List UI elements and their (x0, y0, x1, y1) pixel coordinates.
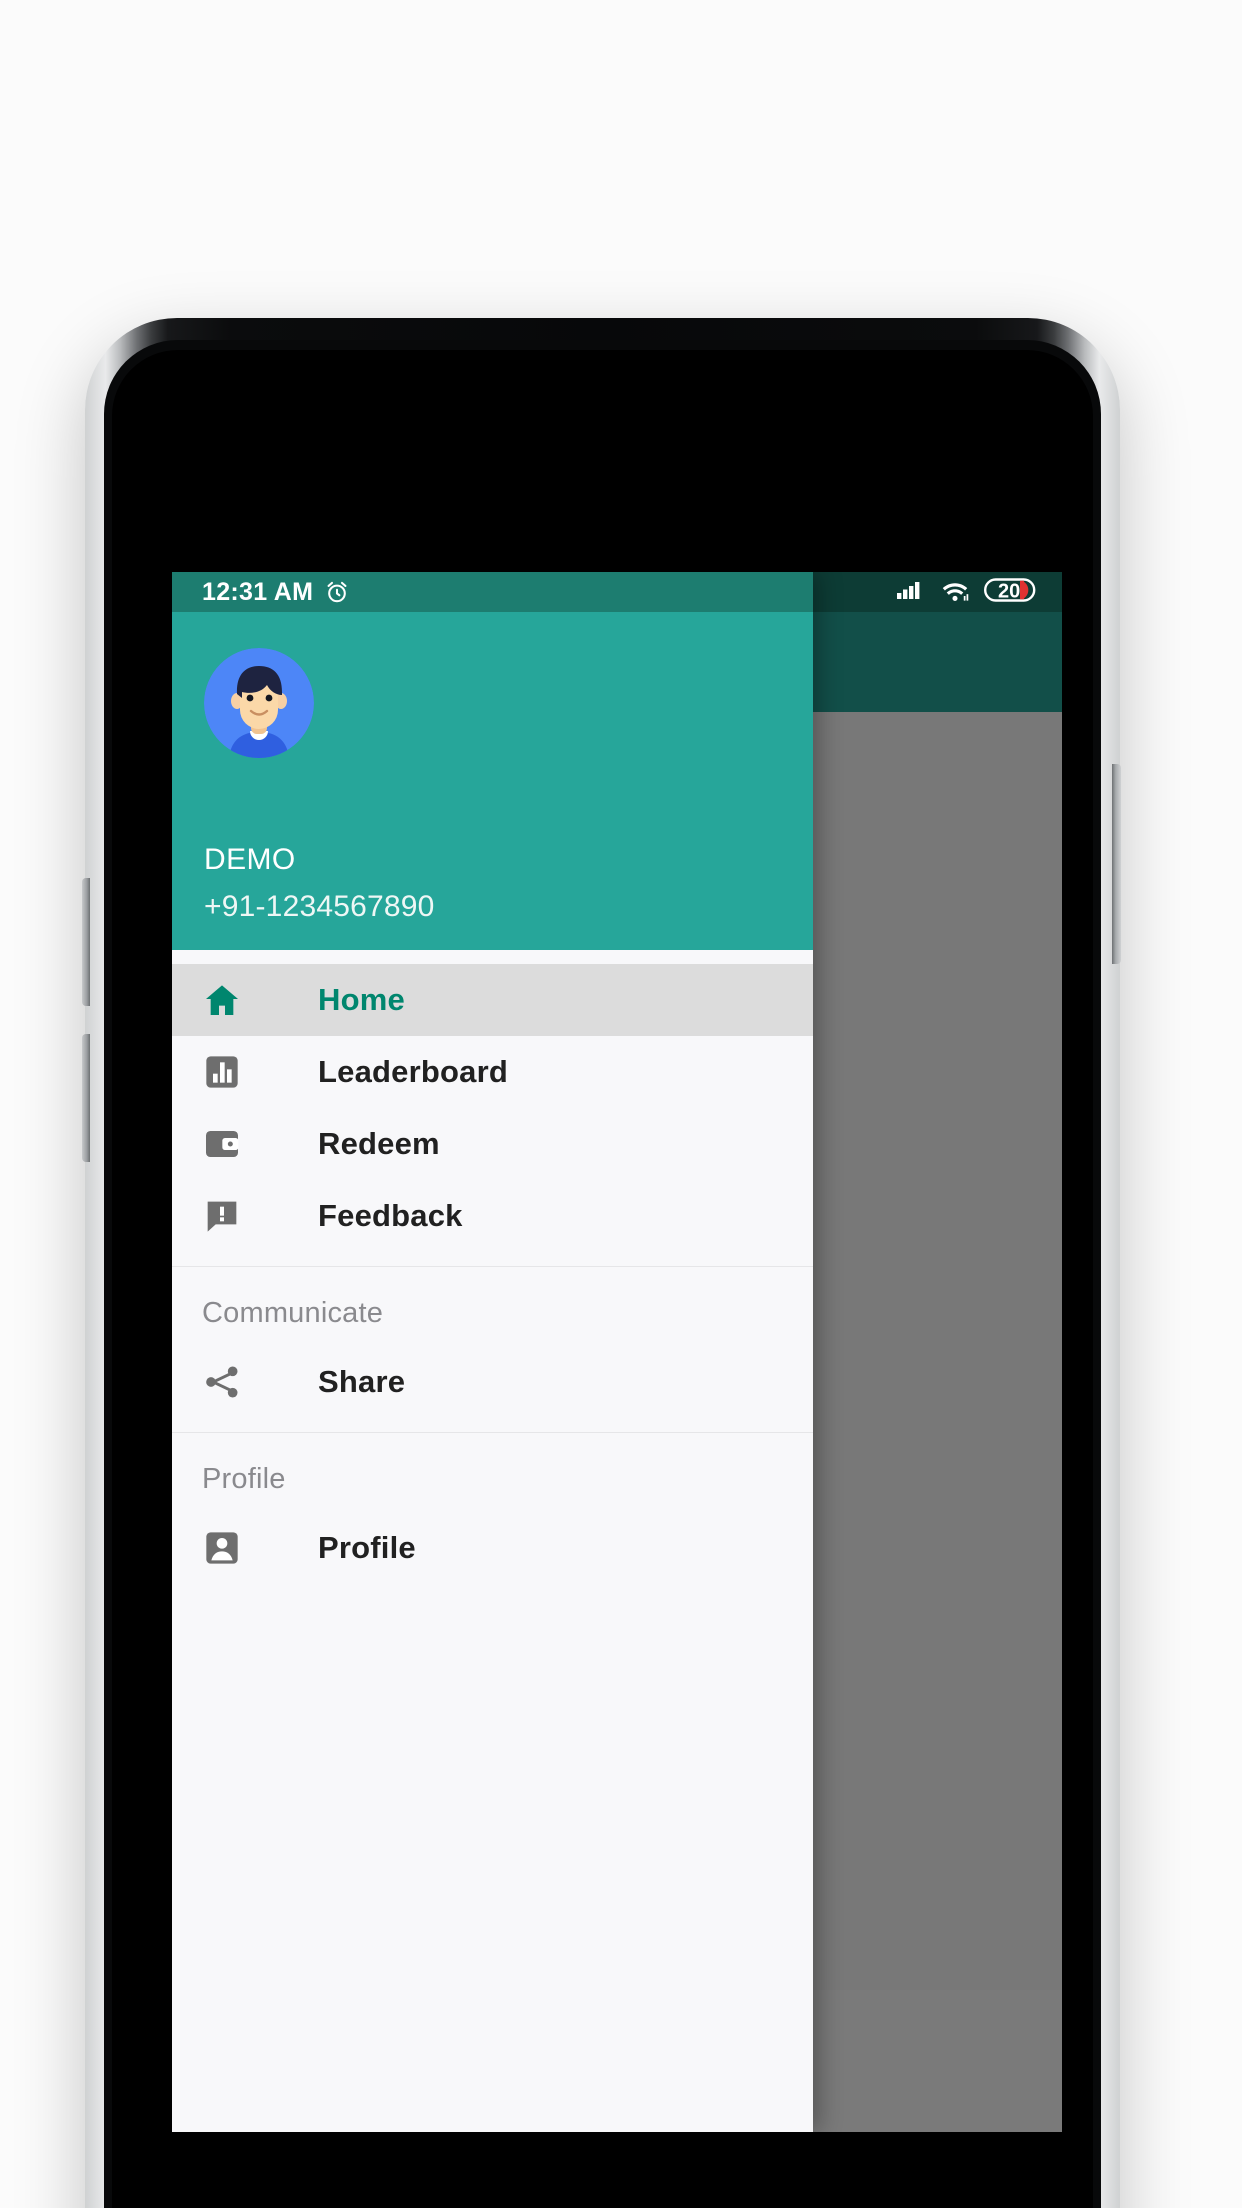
wallet-icon (202, 1124, 248, 1164)
sidebar-item-redeem[interactable]: Redeem (172, 1108, 813, 1180)
user-avatar[interactable] (204, 648, 314, 758)
drawer-menu: Home Leaderboard Redeem Feedback Communi… (172, 950, 813, 2132)
volume-up-button[interactable] (82, 878, 90, 1006)
battery-level-text: 20 (998, 580, 1021, 603)
sidebar-item-label: Redeem (318, 1126, 440, 1161)
home-icon (202, 980, 248, 1020)
share-icon (202, 1362, 248, 1402)
sidebar-item-label: Share (318, 1364, 406, 1399)
sidebar-item-label: Home (318, 982, 405, 1017)
status-bar: 12:31 AM (172, 572, 813, 612)
sidebar-item-label: Leaderboard (318, 1054, 508, 1089)
sidebar-item-feedback[interactable]: Feedback (172, 1180, 813, 1252)
nav-group-title: Communicate (202, 1297, 384, 1329)
feedback-icon (202, 1196, 248, 1236)
wifi-icon (940, 578, 970, 607)
sidebar-item-share[interactable]: Share (172, 1346, 813, 1418)
sidebar-item-leaderboard[interactable]: Leaderboard (172, 1036, 813, 1108)
battery-icon: 20 (984, 575, 1042, 610)
volume-down-button[interactable] (82, 1034, 90, 1162)
sidebar-item-profile[interactable]: Profile (172, 1512, 813, 1584)
screenshot-stage: Weekly Earned 39 Test ad. 12:31 AM (0, 0, 1242, 2208)
nav-group-profile: Profile Profile (172, 1433, 813, 1598)
navigation-drawer: 12:31 AM DEMO +91-1234567890 Home Leader… (172, 572, 813, 2132)
power-button[interactable] (1112, 764, 1121, 964)
sidebar-item-label: Feedback (318, 1198, 463, 1233)
nav-group-communicate: Communicate Share (172, 1267, 813, 1433)
status-bar-time: 12:31 AM (202, 577, 314, 606)
status-bar-indicators: 20 (896, 572, 1042, 612)
user-phone: +91-1234567890 (204, 890, 435, 923)
app-screen: Weekly Earned 39 Test ad. 12:31 AM (172, 572, 1062, 2132)
cellular-signal-icon (896, 578, 926, 607)
sidebar-item-home[interactable]: Home (172, 964, 813, 1036)
drawer-header: DEMO +91-1234567890 (172, 612, 813, 950)
person-icon (202, 1528, 248, 1568)
user-name: DEMO (204, 843, 296, 876)
nav-group-title: Profile (202, 1463, 286, 1495)
alarm-clock-icon (324, 579, 350, 605)
sidebar-item-label: Profile (318, 1530, 416, 1565)
nav-group-main: Home Leaderboard Redeem Feedback (172, 950, 813, 1267)
bar-chart-icon (202, 1052, 248, 1092)
